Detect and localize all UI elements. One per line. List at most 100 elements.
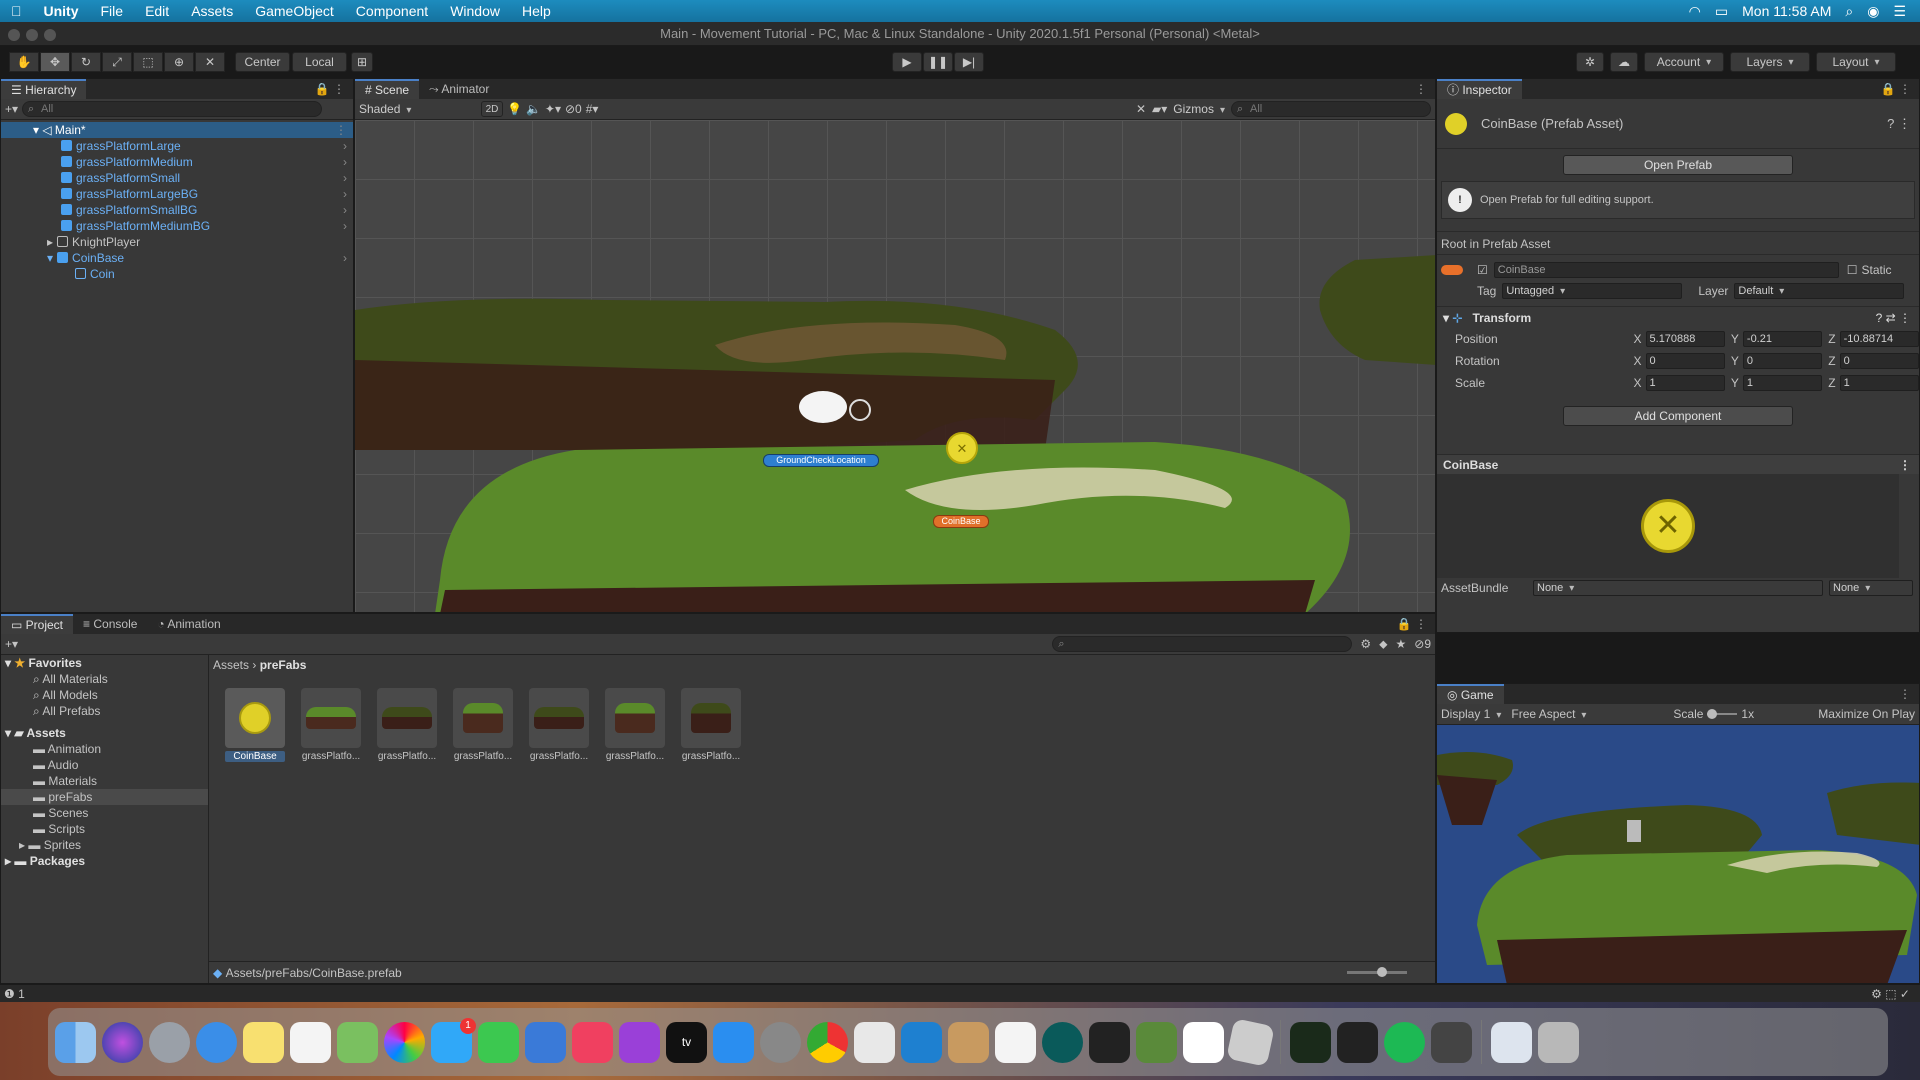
chevron-right-icon[interactable]: › bbox=[343, 202, 347, 218]
chevron-right-icon[interactable]: › bbox=[343, 170, 347, 186]
apple-icon[interactable]:  bbox=[0, 3, 33, 19]
panel-menu-icon[interactable]: 🔒 ⋮ bbox=[1881, 79, 1919, 99]
assets-header[interactable]: ▾ ▰ Assets bbox=[1, 725, 208, 741]
music-icon[interactable] bbox=[572, 1021, 613, 1063]
expand-arrow-icon[interactable]: ▸ bbox=[47, 235, 53, 249]
scene-menu-icon[interactable]: ⋮ bbox=[335, 122, 347, 138]
menu-gameobject[interactable]: GameObject bbox=[244, 3, 345, 19]
collab-icon[interactable]: ✲ bbox=[1576, 52, 1604, 72]
tab-animation[interactable]: ◔ Animation bbox=[147, 614, 230, 634]
rotate-tool-icon[interactable]: ↻ bbox=[71, 52, 101, 72]
tab-hierarchy[interactable]: ☰ Hierarchy bbox=[1, 79, 87, 99]
menu-app-name[interactable]: Unity bbox=[33, 3, 90, 19]
facetime-icon[interactable] bbox=[478, 1021, 519, 1063]
rotation-x-field[interactable]: 0 bbox=[1645, 353, 1725, 369]
unity-hub-icon[interactable] bbox=[1089, 1021, 1130, 1063]
hierarchy-row[interactable]: ▸ KnightPlayer bbox=[1, 234, 353, 250]
help-icon[interactable]: ? ⋮ bbox=[1887, 116, 1911, 132]
favorite-star-icon[interactable]: ★ bbox=[1395, 637, 1406, 651]
hierarchy-search-input[interactable]: All bbox=[22, 101, 323, 117]
messages-icon[interactable]: 1 bbox=[431, 1017, 476, 1063]
photos-icon[interactable] bbox=[384, 1021, 425, 1063]
system-preferences-icon[interactable] bbox=[760, 1021, 801, 1063]
asset-item[interactable]: grassPlatfo... bbox=[453, 688, 513, 762]
info-circle-icon[interactable]: ❶ bbox=[4, 987, 15, 1001]
preview-icon[interactable] bbox=[854, 1021, 895, 1063]
tab-scene[interactable]: # Scene bbox=[355, 79, 420, 99]
hierarchy-row[interactable]: Coin bbox=[1, 266, 353, 282]
scale-tool-icon[interactable]: ⤢ bbox=[102, 52, 132, 72]
static-checkbox[interactable]: ☐ bbox=[1847, 263, 1858, 277]
keynote-icon[interactable] bbox=[525, 1021, 566, 1063]
gitkraken-icon[interactable] bbox=[1042, 1021, 1083, 1063]
filter-type-icon[interactable]: ⚙ bbox=[1360, 637, 1371, 651]
panel-menu-icon[interactable]: 🔒 ⋮ bbox=[315, 79, 353, 99]
paintbrush-icon[interactable] bbox=[948, 1021, 989, 1063]
tag-dropdown[interactable]: Untagged bbox=[1502, 283, 1683, 299]
asset-item[interactable]: grassPlatfo... bbox=[605, 688, 665, 762]
custom-tool-icon[interactable]: ✕ bbox=[195, 52, 225, 72]
active-checkbox[interactable]: ☑ bbox=[1477, 263, 1488, 277]
create-plus-icon[interactable]: +▾ bbox=[5, 102, 18, 116]
vscode-icon[interactable] bbox=[901, 1021, 942, 1063]
sublime-icon[interactable] bbox=[1431, 1021, 1472, 1063]
breadcrumb-leaf[interactable]: preFabs bbox=[260, 658, 307, 672]
layer-dropdown[interactable]: Default bbox=[1734, 283, 1905, 299]
visibility-icon[interactable]: ⊘0 bbox=[565, 102, 582, 116]
hand-tool-icon[interactable]: ✋ bbox=[9, 52, 39, 72]
rect-tool-icon[interactable]: ⬚ bbox=[133, 52, 163, 72]
appstore-icon[interactable] bbox=[713, 1021, 754, 1063]
hierarchy-row[interactable]: grassPlatformLarge › bbox=[1, 138, 353, 154]
tab-console[interactable]: ≡ Console bbox=[73, 614, 147, 634]
folder-item[interactable]: ▬ Scripts bbox=[1, 821, 208, 837]
component-menu-icon[interactable]: ? ⇄ ⋮ bbox=[1876, 311, 1911, 325]
pause-button[interactable]: ❚❚ bbox=[923, 52, 953, 72]
camera-icon[interactable]: ▰▾ bbox=[1152, 102, 1167, 116]
preview-header[interactable]: CoinBase ⋮ bbox=[1437, 454, 1919, 474]
zoom-window-icon[interactable] bbox=[44, 29, 56, 41]
gameobject-icon[interactable] bbox=[1441, 265, 1463, 275]
scene-row[interactable]: ▾ ◁ Main* ⋮ bbox=[1, 122, 353, 138]
folder-item[interactable]: ▸ ▬ Sprites bbox=[1, 837, 208, 853]
podcasts-icon[interactable] bbox=[619, 1021, 660, 1063]
tv-icon[interactable]: tv bbox=[666, 1021, 707, 1063]
game-scale-slider[interactable] bbox=[1707, 709, 1738, 719]
assetbundle-variant-dropdown[interactable]: None bbox=[1829, 580, 1913, 596]
tab-animator[interactable]: ⤳ Animator bbox=[419, 79, 499, 99]
rotation-z-field[interactable]: 0 bbox=[1839, 353, 1919, 369]
favorites-header[interactable]: ▾ ★ Favorites bbox=[1, 655, 208, 671]
hierarchy-row[interactable]: grassPlatformMedium › bbox=[1, 154, 353, 170]
menubar-clock[interactable]: Mon 11:58 AM bbox=[1742, 3, 1831, 19]
minimize-window-icon[interactable] bbox=[26, 29, 38, 41]
filter-label-icon[interactable]: ⬥ bbox=[1379, 637, 1387, 652]
transform-tool-icon[interactable]: ⊕ bbox=[164, 52, 194, 72]
tab-inspector[interactable]: ⓘ Inspector bbox=[1437, 79, 1522, 99]
coinbase-label[interactable]: CoinBase bbox=[933, 515, 989, 528]
launchpad-icon[interactable] bbox=[149, 1021, 190, 1063]
terminal-icon[interactable] bbox=[1337, 1021, 1378, 1063]
pivot-center-button[interactable]: Center bbox=[235, 52, 290, 72]
cloud-icon[interactable]: ☁ bbox=[1610, 52, 1638, 72]
hierarchy-row[interactable]: ▾ CoinBase › bbox=[1, 250, 353, 266]
packages-header[interactable]: ▸ ▬ Packages bbox=[1, 853, 208, 869]
game-viewport[interactable] bbox=[1437, 725, 1919, 983]
rotation-y-field[interactable]: 0 bbox=[1742, 353, 1823, 369]
siri-icon[interactable] bbox=[102, 1021, 143, 1063]
unity-icon[interactable] bbox=[995, 1021, 1036, 1063]
hierarchy-row[interactable]: grassPlatformLargeBG › bbox=[1, 186, 353, 202]
shading-dropdown[interactable]: Shaded bbox=[359, 102, 477, 116]
control-center-icon[interactable]: ☰ bbox=[1893, 3, 1906, 20]
gizmos-dropdown[interactable]: Gizmos bbox=[1173, 102, 1225, 116]
add-component-button[interactable]: Add Component bbox=[1563, 406, 1793, 426]
preview-menu-icon[interactable]: ⋮ bbox=[1899, 455, 1911, 475]
asset-item[interactable]: grassPlatfo... bbox=[377, 688, 437, 762]
chevron-right-icon[interactable]: › bbox=[343, 218, 347, 234]
favorite-item[interactable]: ⌕ All Prefabs bbox=[1, 703, 208, 719]
audio-icon[interactable]: 🔈 bbox=[526, 102, 541, 116]
folder-item[interactable]: ▬ Materials bbox=[1, 773, 208, 789]
scene-search-input[interactable]: All bbox=[1231, 101, 1431, 117]
mode-2d-toggle[interactable]: 2D bbox=[481, 101, 503, 117]
pivot-local-button[interactable]: Local bbox=[292, 52, 347, 72]
bankid-icon[interactable] bbox=[1183, 1021, 1224, 1063]
battery-icon[interactable]: ▭ bbox=[1715, 3, 1728, 20]
